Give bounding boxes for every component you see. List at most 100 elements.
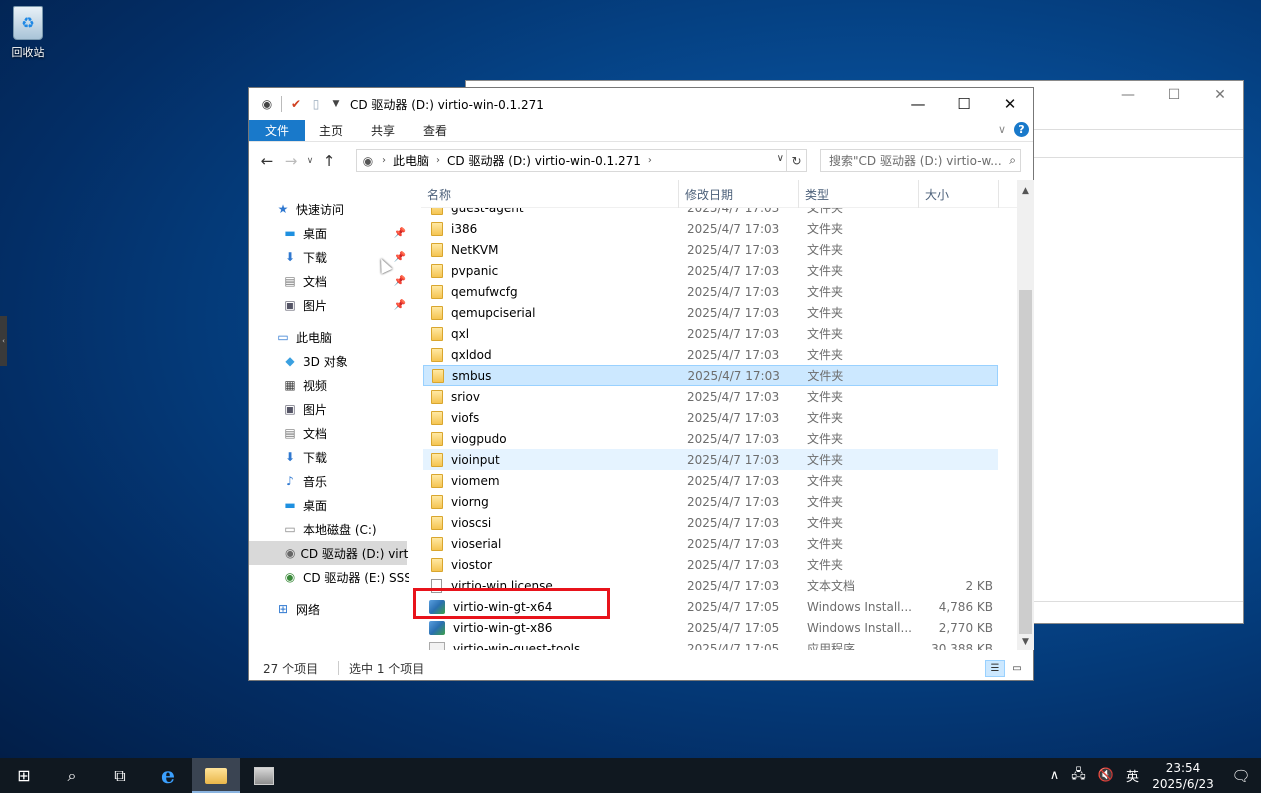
column-date[interactable]: 修改日期 — [679, 180, 799, 208]
file-type: 文件夹 — [807, 453, 844, 467]
file-row[interactable]: qxl 2025/4/7 17:03 文件夹 — [423, 323, 998, 344]
details-view-icon[interactable]: ☰ — [985, 660, 1005, 677]
nav-desktop[interactable]: ▬ 桌面 — [282, 493, 327, 517]
close-button[interactable]: ✕ — [987, 88, 1033, 120]
file-row[interactable]: smbus 2025/4/7 17:03 文件夹 — [423, 365, 998, 386]
file-row[interactable]: qxldod 2025/4/7 17:03 文件夹 — [423, 344, 998, 365]
server-manager-button[interactable] — [240, 758, 288, 793]
file-row[interactable]: virtio-win-gt-x86 2025/4/7 17:05 Windows I… — [423, 617, 998, 638]
nav-documents[interactable]: ▤ 文档 — [282, 421, 327, 445]
recent-locations-chevron-icon[interactable]: ∨ — [303, 156, 317, 166]
internet-explorer-button[interactable]: e — [144, 758, 192, 793]
maximize-button[interactable]: ☐ — [941, 88, 987, 120]
file-row[interactable]: vioinput 2025/4/7 17:03 文件夹 — [423, 449, 998, 470]
file-row[interactable]: viorng 2025/4/7 17:03 文件夹 — [423, 491, 998, 512]
search-button[interactable]: ⌕ — [48, 758, 96, 793]
pin-icon[interactable]: 📌 — [394, 252, 406, 263]
breadcrumb-cd-drive[interactable]: CD 驱动器 (D:) virtio-win-0.1.271 — [443, 152, 645, 169]
nav-quick-pictures[interactable]: ▣ 图片 📌 — [282, 293, 406, 317]
start-button[interactable]: ⊞ — [0, 758, 48, 793]
address-bar[interactable]: ◉ › 此电脑 › CD 驱动器 (D:) virtio-win-0.1.271… — [356, 149, 807, 172]
column-header-row: ^ 名称 修改日期 类型 大小 — [421, 180, 1017, 208]
file-explorer-button[interactable] — [192, 758, 240, 793]
address-dropdown-icon[interactable]: ∨ — [777, 153, 784, 164]
refresh-icon[interactable]: ↻ — [786, 150, 806, 171]
show-hidden-icons-chevron-icon[interactable]: ∧ — [1044, 768, 1066, 783]
file-row[interactable]: qemufwcfg 2025/4/7 17:03 文件夹 — [423, 281, 998, 302]
task-view-button[interactable]: ⧉ — [96, 758, 144, 793]
vertical-scrollbar[interactable]: ▲ ▼ — [1017, 180, 1034, 650]
selection-count: 选中 1 个项目 — [349, 661, 425, 676]
file-type: 文件夹 — [807, 306, 844, 320]
nav-cd-drive-e[interactable]: ◉ CD 驱动器 (E:) SSS — [282, 565, 409, 589]
file-row[interactable]: viomem 2025/4/7 17:03 文件夹 — [423, 470, 998, 491]
scroll-down-icon[interactable]: ▼ — [1017, 633, 1034, 650]
breadcrumb-this-pc[interactable]: 此电脑 — [389, 152, 433, 169]
breadcrumb-separator-icon[interactable]: › — [379, 155, 389, 166]
nav-local-disk-c[interactable]: ▭ 本地磁盘 (C:) — [282, 517, 376, 541]
file-row[interactable]: virtio-win-guest-tools 2025/4/7 17:05 应用程序… — [423, 638, 998, 650]
clock[interactable]: 23:54 2025/6/23 — [1145, 760, 1221, 792]
back-close-button[interactable]: ✕ — [1197, 81, 1243, 109]
file-row[interactable]: i386 2025/4/7 17:03 文件夹 — [423, 218, 998, 239]
drive-icon[interactable]: ◉ — [259, 96, 275, 112]
pin-icon[interactable]: 📌 — [394, 228, 406, 239]
help-icon[interactable]: ? — [1014, 122, 1029, 137]
side-handle[interactable]: ‹ — [0, 316, 7, 366]
breadcrumb-separator-icon[interactable]: › — [645, 155, 655, 166]
file-row[interactable]: NetKVM 2025/4/7 17:03 文件夹 — [423, 239, 998, 260]
nav-3d-objects[interactable]: ◆ 3D 对象 — [282, 349, 347, 373]
file-type: 文件夹 — [807, 495, 844, 509]
breadcrumb-separator-icon[interactable]: › — [433, 155, 443, 166]
file-row[interactable]: viostor 2025/4/7 17:03 文件夹 — [423, 554, 998, 575]
back-maximize-button[interactable]: ☐ — [1151, 81, 1197, 109]
notifications-icon[interactable]: 🗨 — [1221, 767, 1261, 785]
input-method-indicator[interactable]: 英 — [1120, 766, 1145, 785]
scroll-thumb[interactable] — [1019, 290, 1032, 634]
pin-icon[interactable]: 📌 — [394, 300, 406, 311]
item-count: 27 个项目 — [263, 661, 319, 676]
column-size[interactable]: 大小 — [919, 180, 999, 208]
file-row[interactable]: vioscsi 2025/4/7 17:03 文件夹 — [423, 512, 998, 533]
minimize-button[interactable]: — — [895, 88, 941, 120]
back-arrow-icon[interactable]: ← — [255, 152, 279, 170]
properties-icon[interactable]: ✔ — [288, 96, 304, 112]
up-arrow-icon[interactable]: ↑ — [317, 152, 341, 170]
forward-arrow-icon[interactable]: → — [279, 152, 303, 170]
nav-downloads[interactable]: ⬇ 下载 — [282, 445, 327, 469]
back-minimize-button[interactable]: — — [1105, 81, 1151, 109]
file-row[interactable]: viogpudo 2025/4/7 17:03 文件夹 — [423, 428, 998, 449]
nav-pictures[interactable]: ▣ 图片 — [282, 397, 327, 421]
file-row[interactable]: pvpanic 2025/4/7 17:03 文件夹 — [423, 260, 998, 281]
tab-view[interactable]: 查看 — [409, 120, 461, 141]
nav-cd-drive-d[interactable]: ◉ CD 驱动器 (D:) virt — [249, 541, 408, 565]
tab-home[interactable]: 主页 — [305, 120, 357, 141]
file-size: 2 KB — [965, 578, 993, 593]
column-name[interactable]: ^ 名称 — [421, 180, 679, 208]
nav-music[interactable]: ♪ 音乐 — [282, 469, 327, 493]
column-type[interactable]: 类型 — [799, 180, 919, 208]
pin-icon[interactable]: 📌 — [394, 276, 406, 287]
tab-file[interactable]: 文件 — [249, 120, 306, 141]
nav-videos[interactable]: ▦ 视频 — [282, 373, 327, 397]
file-row[interactable]: qemupciserial 2025/4/7 17:03 文件夹 — [423, 302, 998, 323]
scroll-up-icon[interactable]: ▲ — [1017, 182, 1034, 199]
network-status-icon[interactable]: 🖧 — [1065, 765, 1092, 787]
nav-quick-access[interactable]: ★ 快速访问 — [275, 197, 344, 221]
recycle-bin[interactable]: ♻ 回收站 — [6, 6, 50, 60]
expand-ribbon-chevron-icon[interactable]: ∨ — [998, 123, 1006, 136]
nav-quick-documents[interactable]: ▤ 文档 📌 — [282, 269, 406, 293]
search-input[interactable]: 搜索"CD 驱动器 (D:) virtio-w... ⌕ — [820, 149, 1021, 172]
file-row[interactable]: viofs 2025/4/7 17:03 文件夹 — [423, 407, 998, 428]
volume-muted-icon[interactable]: 🔇 — [1092, 768, 1120, 783]
nav-network[interactable]: ⊞ 网络 — [275, 597, 320, 621]
file-row[interactable]: sriov 2025/4/7 17:03 文件夹 — [423, 386, 998, 407]
folder-icon — [431, 515, 443, 530]
new-folder-icon[interactable]: ▯ — [308, 96, 324, 112]
nav-this-pc[interactable]: ▭ 此电脑 — [275, 325, 332, 349]
nav-quick-desktop[interactable]: ▬ 桌面 📌 — [282, 221, 406, 245]
tab-share[interactable]: 共享 — [357, 120, 409, 141]
file-row[interactable]: vioserial 2025/4/7 17:03 文件夹 — [423, 533, 998, 554]
large-icons-view-icon[interactable]: ▭ — [1007, 660, 1027, 677]
customize-toolbar-chevron-icon[interactable]: ▼ — [328, 96, 344, 112]
